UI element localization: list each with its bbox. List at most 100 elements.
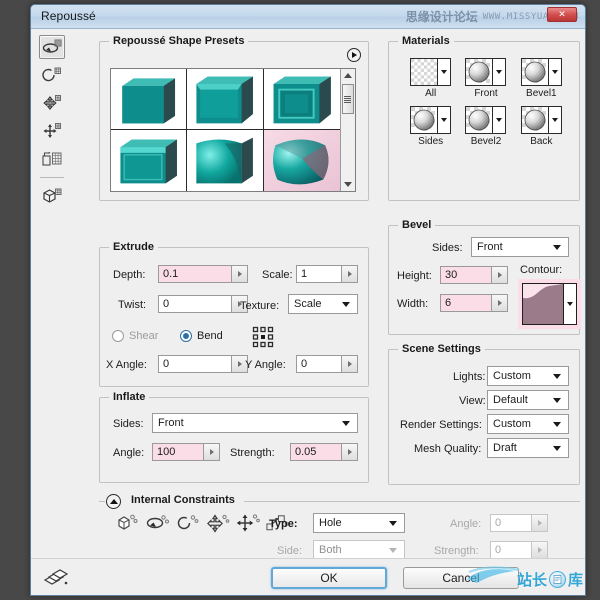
- constraint-spin-icon[interactable]: [175, 511, 200, 535]
- rotate-mesh-tool[interactable]: [39, 35, 65, 59]
- bevel-height-input[interactable]: [441, 267, 491, 283]
- preset-inflate-soft[interactable]: [187, 130, 263, 191]
- preset-thumbnail-list[interactable]: [110, 68, 356, 192]
- inflate-angle-stepper[interactable]: [152, 443, 220, 461]
- bevel-sides-select[interactable]: Front: [471, 237, 569, 257]
- lights-select[interactable]: Custom: [487, 366, 569, 386]
- contour-preview[interactable]: [518, 279, 581, 329]
- chevron-down-icon: [389, 548, 397, 553]
- slide-mesh-tool[interactable]: [39, 119, 65, 143]
- contour-box[interactable]: [522, 283, 577, 325]
- material-swatch-wrap[interactable]: [410, 106, 451, 134]
- bevel-width-stepper[interactable]: [440, 294, 508, 312]
- mesh-quality-select[interactable]: Draft: [487, 438, 569, 458]
- y-angle-input[interactable]: [297, 356, 341, 372]
- material-sides[interactable]: Sides: [403, 106, 458, 147]
- mesh-stack-icon[interactable]: [43, 569, 69, 592]
- material-swatch-wrap[interactable]: [521, 106, 562, 134]
- constraint-strength-spin-button[interactable]: [531, 542, 547, 558]
- preset-bevel-simple[interactable]: [187, 69, 263, 130]
- chevron-down-icon[interactable]: [492, 107, 505, 133]
- material-swatch-wrap[interactable]: [521, 58, 562, 86]
- depth-stepper[interactable]: [158, 265, 248, 283]
- preset-bevel-band[interactable]: [111, 130, 187, 191]
- scale-spin-button[interactable]: [341, 266, 357, 282]
- constraint-angle-stepper[interactable]: [490, 514, 548, 532]
- constraint-type-select[interactable]: Hole: [313, 513, 405, 533]
- constraint-angle-input[interactable]: [491, 515, 531, 531]
- render-settings-select[interactable]: Custom: [487, 414, 569, 434]
- preset-extrude-plain[interactable]: [111, 69, 187, 130]
- scale-stepper[interactable]: [296, 265, 358, 283]
- chevron-down-icon[interactable]: [548, 59, 561, 85]
- chevron-down-icon[interactable]: [437, 59, 450, 85]
- y-angle-stepper[interactable]: [296, 355, 358, 373]
- shear-radio[interactable]: Shear: [112, 330, 158, 342]
- texture-select[interactable]: Scale: [288, 294, 358, 314]
- ok-button[interactable]: OK: [271, 567, 387, 589]
- material-swatch-wrap[interactable]: [410, 58, 451, 86]
- chevron-down-icon[interactable]: [563, 284, 576, 324]
- material-bevel2[interactable]: Bevel2: [458, 106, 513, 147]
- bend-radio[interactable]: Bend: [180, 330, 223, 342]
- flyout-arrow-icon[interactable]: [347, 48, 361, 62]
- constraint-strength-input[interactable]: [491, 542, 531, 558]
- constraint-roll-icon[interactable]: [145, 511, 170, 535]
- constraint-tool-row: [115, 511, 290, 535]
- inflate-angle-input[interactable]: [153, 444, 203, 460]
- screen: Repoussé 思缘设计论坛 WWW.MISSYUAN.COM ✕: [0, 0, 600, 600]
- scale-mesh-tool[interactable]: [39, 147, 65, 171]
- scrollbar-thumb[interactable]: [342, 84, 354, 114]
- material-bevel1[interactable]: Bevel1: [514, 58, 569, 99]
- depth-spin-button[interactable]: [231, 266, 247, 282]
- constraint-strength-stepper[interactable]: [490, 541, 548, 559]
- close-button[interactable]: ✕: [547, 7, 577, 22]
- constraint-pan-icon[interactable]: [205, 511, 230, 535]
- material-front[interactable]: Front: [458, 58, 513, 99]
- constraint-rotate-icon[interactable]: [115, 511, 140, 535]
- x-angle-input[interactable]: [159, 356, 231, 372]
- material-back[interactable]: Back: [514, 106, 569, 147]
- bevel-height-spin-button[interactable]: [491, 267, 507, 283]
- inflate-strength-spin-button[interactable]: [341, 444, 357, 460]
- inflate-strength-input[interactable]: [291, 444, 341, 460]
- x-angle-stepper[interactable]: [158, 355, 248, 373]
- material-swatch-wrap[interactable]: [465, 106, 506, 134]
- constraint-side-select[interactable]: Both: [313, 540, 405, 560]
- constraint-angle-spin-button[interactable]: [531, 515, 547, 531]
- chevron-down-icon[interactable]: [492, 59, 505, 85]
- mesh-object-tool[interactable]: [39, 184, 65, 208]
- bevel-width-input[interactable]: [441, 295, 491, 311]
- scale-input[interactable]: [297, 266, 341, 282]
- bevel-width-spin-button[interactable]: [491, 295, 507, 311]
- chevron-down-icon[interactable]: [548, 107, 561, 133]
- preset-scrollbar[interactable]: [340, 69, 355, 191]
- inflate-sides-select[interactable]: Front: [152, 413, 358, 433]
- depth-label: Depth:: [113, 269, 145, 281]
- scroll-down-icon[interactable]: [342, 178, 355, 191]
- shape-presets-legend: Repoussé Shape Presets: [109, 35, 248, 47]
- view-select[interactable]: Default: [487, 390, 569, 410]
- scroll-up-icon[interactable]: [342, 69, 355, 82]
- chevron-up-icon[interactable]: [106, 494, 121, 509]
- material-all[interactable]: All: [403, 58, 458, 99]
- material-label: Bevel2: [471, 136, 502, 147]
- constraint-slide-icon[interactable]: [235, 511, 260, 535]
- chevron-down-icon[interactable]: [437, 107, 450, 133]
- bevel-height-stepper[interactable]: [440, 266, 508, 284]
- pan-mesh-tool[interactable]: [39, 91, 65, 115]
- y-angle-spin-button[interactable]: [341, 356, 357, 372]
- inflate-angle-spin-button[interactable]: [203, 444, 219, 460]
- twist-input[interactable]: [159, 296, 231, 312]
- constraint-grid-icon[interactable]: [252, 326, 274, 353]
- material-swatch-wrap[interactable]: [465, 58, 506, 86]
- depth-input[interactable]: [159, 266, 231, 282]
- roll-mesh-tool[interactable]: [39, 63, 65, 87]
- materials-group: Materials: [388, 41, 580, 201]
- bevel-height-label: Height:: [397, 270, 432, 282]
- title-bar[interactable]: Repoussé 思缘设计论坛 WWW.MISSYUAN.COM ✕: [31, 5, 585, 29]
- preset-frame-inset[interactable]: [264, 69, 340, 130]
- inflate-strength-stepper[interactable]: [290, 443, 358, 461]
- twist-stepper[interactable]: [158, 295, 248, 313]
- preset-inflate-round[interactable]: [264, 130, 340, 191]
